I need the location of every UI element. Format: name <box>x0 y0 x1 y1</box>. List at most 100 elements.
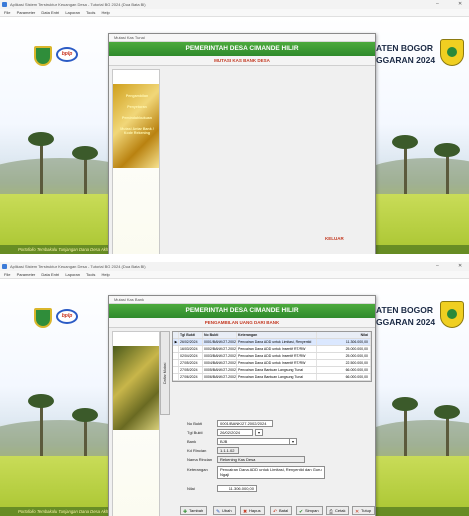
bank-select[interactable]: BJB <box>217 438 297 445</box>
palm-tree-crown <box>28 394 54 408</box>
cell-tgl-bukti: 27/06/2024 <box>179 374 203 380</box>
palm-tree-trunk <box>84 416 87 456</box>
cetak-button[interactable]: ⎙ Cetak <box>326 506 350 515</box>
nilai-label: Nilai <box>187 486 195 491</box>
window-title: Mutasi Kas Tunai <box>109 34 375 42</box>
table-row[interactable]: 27/05/2024 0004/BANK/27.2002/2024 Pencai… <box>173 360 371 367</box>
cell-tgl-bukti: 02/04/2024 <box>179 353 203 359</box>
cell-nilai: 22.500.000,00 <box>317 360 371 366</box>
pengambilan-bank-window: Mutasi Kas Bank PEMERINTAH DESA CIMANDE … <box>108 295 376 516</box>
cell-nilai: 11.306.000,00 <box>317 339 371 345</box>
cell-keterangan: Pencairan Dana ADD untuk Insentif RT/RW <box>237 353 317 359</box>
app-icon <box>2 2 7 7</box>
cell-tgl-bukti: 27/05/2024 <box>179 367 203 373</box>
menu-laporan[interactable]: Laporan <box>65 272 80 277</box>
village-emblem-logo <box>34 308 52 328</box>
minimize-button[interactable]: – <box>436 0 439 9</box>
palm-tree-crown <box>392 397 418 411</box>
table-row[interactable]: 27/05/2024 0005/BANK/27.2002/2024 Pencai… <box>173 367 371 374</box>
cell-tgl-bukti: 16/03/2024 <box>179 346 203 352</box>
village-header: PEMERINTAH DESA CIMANDE HILIR <box>109 42 375 56</box>
palm-tree-trunk <box>84 154 87 194</box>
close-window-button[interactable]: ✕ <box>458 262 462 271</box>
cell-keterangan: Pencairan Dana Bantuan Langsung Tunai <box>237 367 317 373</box>
palm-tree-trunk <box>404 404 407 456</box>
column-header-keterangan[interactable]: Keterangan <box>237 332 317 338</box>
cell-keterangan: Pencairan Dana ADD untuk Insentif RT/RW <box>237 360 317 366</box>
menu-item-penyetoran[interactable]: Penyetoran <box>117 105 157 109</box>
menu-laporan[interactable]: Laporan <box>65 10 80 15</box>
keterangan-input[interactable]: Pencairan Dana ADD untuk Limitasi, Renye… <box>217 466 325 479</box>
bank-label: Bank <box>187 439 197 444</box>
menu-parameter[interactable]: Parameter <box>17 272 36 277</box>
table-row[interactable]: 27/06/2024 0006/BANK/27.2002/2024 Pencai… <box>173 374 371 381</box>
save-icon: ✔ <box>299 509 304 515</box>
no-bukti-input[interactable]: 0001/BANK/27.2002/2024 <box>217 420 273 427</box>
simpan-button[interactable]: ✔ Simpan <box>296 506 323 515</box>
menu-bar: File Parameter Data Entri Laporan Tools … <box>0 271 469 279</box>
menu-data-entri[interactable]: Data Entri <box>41 10 59 15</box>
tgl-bukti-label: Tgl Bukti <box>187 430 203 435</box>
side-panel <box>112 331 160 516</box>
tgl-bukti-input[interactable]: 26/02/2024 <box>217 429 253 436</box>
hapus-button[interactable]: ✖ Hapus <box>240 506 265 515</box>
column-header-nilai[interactable]: Nilai <box>317 332 371 338</box>
delete-icon: ✖ <box>243 509 248 515</box>
menu-item-mutasi-antar-bank[interactable]: Mutasi Antar Bank / Kode Rekening <box>117 127 157 135</box>
column-header-no-bukti[interactable]: No Bukti <box>203 332 237 338</box>
chevron-down-icon[interactable]: ▾ <box>289 438 297 445</box>
menu-file[interactable]: File <box>4 272 10 277</box>
menu-help[interactable]: Help <box>102 272 110 277</box>
menu-help[interactable]: Help <box>102 10 110 15</box>
mutasi-kas-window: Mutasi Kas Tunai PEMERINTAH DESA CIMANDE… <box>108 33 376 254</box>
banner-year-text: GGARAN 2024 <box>376 317 436 327</box>
cell-no-bukti: 0002/BANK/27.2002/2024 <box>204 346 237 352</box>
form-subheader: PENGAMBILAN UANG DARI BANK <box>109 318 375 328</box>
close-window-button[interactable]: ✕ <box>458 0 462 9</box>
column-header-tgl-bukti[interactable]: Tgl Bukti <box>179 332 203 338</box>
keluar-button[interactable]: KELUAR <box>325 236 344 241</box>
side-menu-panel: Pengambilan Penyetoran Pemindahbukuan Mu… <box>112 69 160 254</box>
tab-daftar-mutasi[interactable]: Daftar Mutasi <box>160 331 170 415</box>
palm-tree-crown <box>392 135 418 149</box>
banner-regency-text: ATEN BOGOR <box>376 305 433 315</box>
menu-file[interactable]: File <box>4 10 10 15</box>
table-row[interactable]: 02/04/2024 0003/BANK/27.2002/2024 Pencai… <box>173 353 371 360</box>
banner-regency-text: ATEN BOGOR <box>376 43 433 53</box>
menu-tools[interactable]: Tools <box>86 10 95 15</box>
nama-rincian-label: Nama Rincian <box>187 457 213 462</box>
palm-tree-crown <box>434 405 460 419</box>
mutation-table: Tgl Bukti No Bukti Keterangan Nilai ▶ 26… <box>172 331 372 382</box>
cell-nilai: 25.000.000,00 <box>317 346 371 352</box>
table-row[interactable]: 16/03/2024 0002/BANK/27.2002/2024 Pencai… <box>173 346 371 353</box>
keterangan-label: Keterangan <box>187 467 208 472</box>
app-titlebar: Aplikasi Sistem Terstruktur Keuangan Des… <box>0 262 469 271</box>
palm-tree-crown <box>72 146 98 160</box>
batal-button[interactable]: ↶ Batal <box>270 506 293 515</box>
nilai-input[interactable]: 11.306.000,00 <box>217 485 257 492</box>
menu-data-entri[interactable]: Data Entri <box>41 272 59 277</box>
tutup-button[interactable]: ✕ Tutup <box>352 506 376 515</box>
table-row[interactable]: ▶ 26/02/2024 0001/BANK/27.2002/2024 Penc… <box>173 339 371 346</box>
palm-tree-trunk <box>40 139 43 194</box>
bogor-regency-seal <box>440 39 464 66</box>
menu-parameter[interactable]: Parameter <box>17 10 36 15</box>
ubah-button[interactable]: ✎ Ubah <box>213 506 236 515</box>
calendar-icon[interactable]: ▾ <box>255 429 263 436</box>
screenshot-mutasi-kas-menu: Aplikasi Sistem Terstruktur Keuangan Des… <box>0 0 469 254</box>
add-icon: ✚ <box>183 509 188 515</box>
minimize-button[interactable]: – <box>436 262 439 271</box>
desktop-background: bplp ATEN BOGOR GGARAN 2024 Portofolio T… <box>0 17 469 254</box>
side-panel-artwork <box>113 346 159 430</box>
form-subheader: MUTASI KAS BANK DESA <box>109 56 375 66</box>
menu-tools[interactable]: Tools <box>86 272 95 277</box>
screenshot-pengambilan-bank: Aplikasi Sistem Terstruktur Keuangan Des… <box>0 262 469 516</box>
village-header: PEMERINTAH DESA CIMANDE HILIR <box>109 304 375 318</box>
menu-item-pemindahbukuan[interactable]: Pemindahbukuan <box>117 116 157 120</box>
palm-tree-trunk <box>404 142 407 194</box>
nama-rincian-field: Rekening Kas Desa <box>217 456 305 463</box>
menu-item-pengambilan[interactable]: Pengambilan <box>117 94 157 98</box>
bogor-regency-seal <box>440 301 464 328</box>
app-title: Aplikasi Sistem Terstruktur Keuangan Des… <box>10 2 146 7</box>
tambah-button[interactable]: ✚ Tambah <box>180 506 208 515</box>
